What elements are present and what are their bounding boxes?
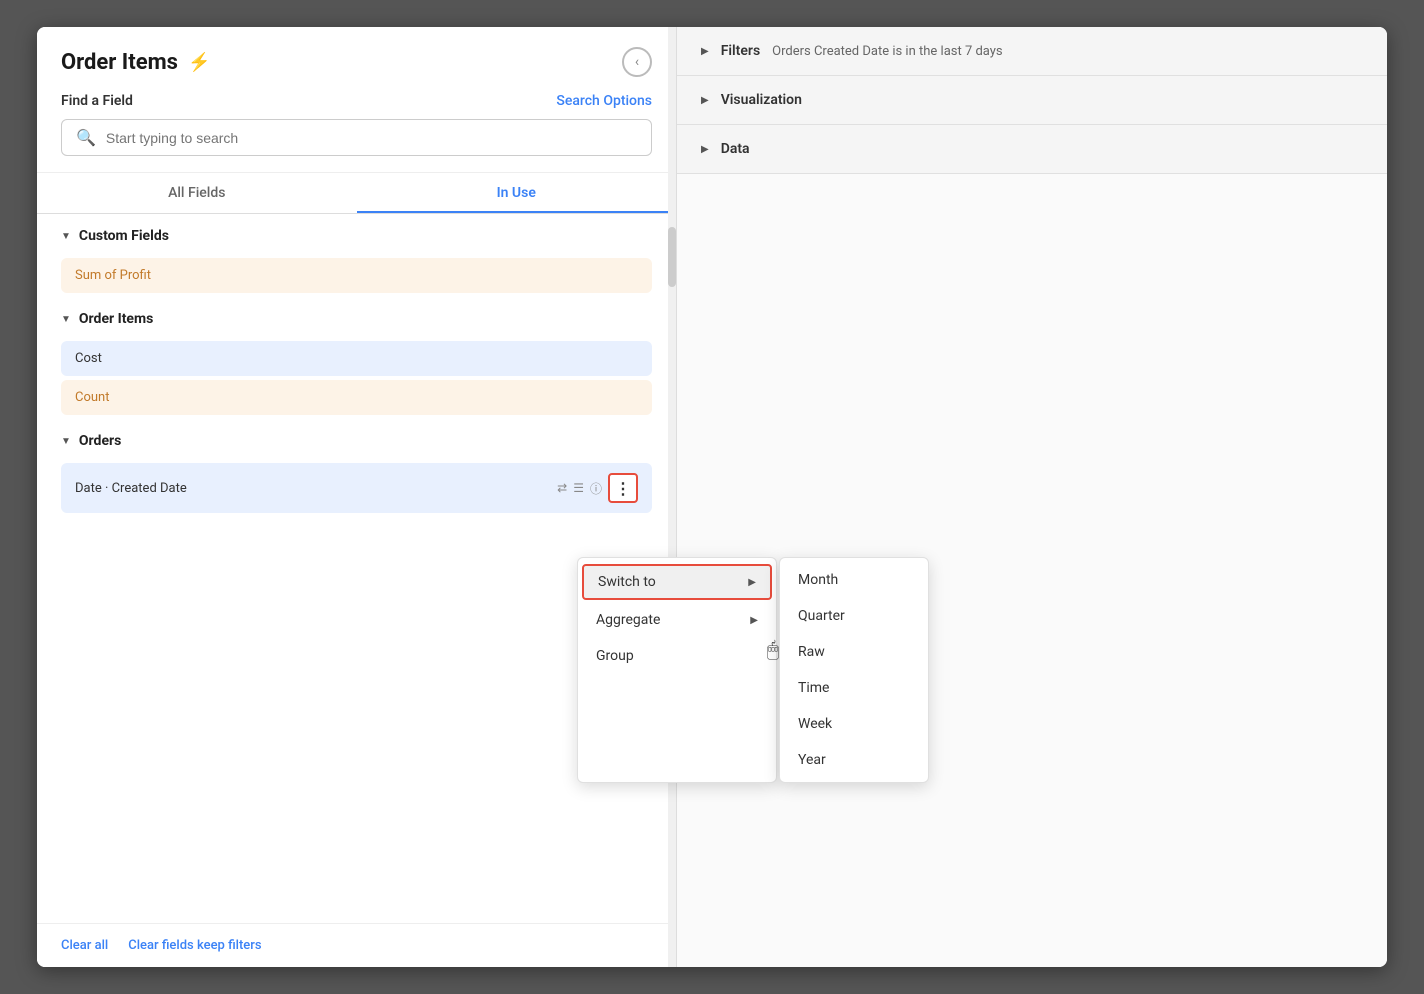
title-row: Order Items ⚡ ‹ (61, 47, 652, 77)
filters-detail: Orders Created Date is in the last 7 day… (772, 44, 1003, 59)
order-items-arrow: ▼ (61, 314, 71, 325)
filters-label: Filters (721, 43, 760, 59)
context-menu-overlay: Switch to ▶ Aggregate ▶ Group Month Quar… (577, 557, 929, 783)
group-label: Group (596, 648, 634, 664)
primary-context-menu: Switch to ▶ Aggregate ▶ Group (577, 557, 777, 783)
tab-all-fields[interactable]: All Fields (37, 173, 357, 213)
info-icon[interactable]: ⓘ (590, 480, 602, 497)
field-cost[interactable]: Cost (61, 341, 652, 376)
section-header-orders: ▼ Orders (37, 419, 676, 459)
orders-arrow: ▼ (61, 436, 71, 447)
tab-in-use[interactable]: In Use (357, 173, 677, 213)
filter-icon[interactable]: ☰ (573, 481, 584, 495)
left-panel: Order Items ⚡ ‹ Find a Field Search Opti… (37, 27, 677, 967)
filters-expand-arrow: ▶ (701, 46, 709, 57)
scrollbar[interactable] (668, 27, 676, 967)
section-header-order-items: ▼ Order Items (37, 297, 676, 337)
field-count-label: Count (75, 390, 109, 405)
clear-fields-keep-filters-button[interactable]: Clear fields keep filters (128, 938, 261, 953)
visualization-label: Visualization (721, 92, 802, 108)
visualization-expand-arrow: ▶ (701, 95, 709, 106)
left-header: Order Items ⚡ ‹ Find a Field Search Opti… (37, 27, 676, 173)
find-field-row: Find a Field Search Options (61, 93, 652, 109)
field-sum-of-profit[interactable]: Sum of Profit (61, 258, 652, 293)
tabs-row: All Fields In Use (37, 173, 676, 214)
data-section[interactable]: ▶ Data (677, 125, 1387, 174)
field-date-created-content: Date · Created Date (75, 481, 187, 496)
find-field-label: Find a Field (61, 93, 133, 109)
lightning-icon: ⚡ (188, 52, 210, 73)
submenu-month[interactable]: Month (780, 562, 928, 598)
switch-to-arrow: ▶ (748, 577, 756, 588)
filters-section[interactable]: ▶ Filters Orders Created Date is in the … (677, 27, 1387, 76)
title-inner: Order Items ⚡ (61, 50, 210, 75)
submenu-year[interactable]: Year (780, 742, 928, 778)
search-input[interactable] (106, 130, 637, 146)
scroll-thumb[interactable] (668, 227, 676, 287)
submenu-time[interactable]: Time (780, 670, 928, 706)
search-options-link[interactable]: Search Options (556, 93, 652, 109)
field-icons-row: ⇄ ☰ ⓘ ⋮ (557, 473, 638, 503)
aggregate-arrow: ▶ (750, 615, 758, 626)
custom-fields-label: Custom Fields (79, 228, 169, 244)
submenu-quarter[interactable]: Quarter (780, 598, 928, 634)
clear-all-button[interactable]: Clear all (61, 938, 108, 953)
right-panel: ▶ Filters Orders Created Date is in the … (677, 27, 1387, 967)
field-cost-label: Cost (75, 351, 102, 366)
switch-to-menu-item[interactable]: Switch to ▶ (582, 564, 772, 600)
section-header-custom-fields: ▼ Custom Fields (37, 214, 676, 254)
search-box: 🔍 (61, 119, 652, 156)
panel-title: Order Items (61, 50, 178, 75)
search-icon: 🔍 (76, 128, 96, 147)
submenu-raw[interactable]: Raw (780, 634, 928, 670)
swap-icon[interactable]: ⇄ (557, 481, 567, 495)
back-button[interactable]: ‹ (622, 47, 652, 77)
group-menu-item[interactable]: Group (578, 638, 776, 674)
submenu: Month Quarter Raw Time Week Year (779, 557, 929, 783)
three-dots-button[interactable]: ⋮ (608, 473, 638, 503)
order-items-label: Order Items (79, 311, 153, 327)
main-layout: Order Items ⚡ ‹ Find a Field Search Opti… (37, 27, 1387, 967)
field-date-created[interactable]: Date · Created Date ⇄ ☰ ⓘ ⋮ (61, 463, 652, 513)
switch-to-label: Switch to (598, 574, 656, 590)
aggregate-menu-item[interactable]: Aggregate ▶ (578, 602, 776, 638)
main-window: Order Items ⚡ ‹ Find a Field Search Opti… (37, 27, 1387, 967)
data-label: Data (721, 141, 750, 157)
field-count[interactable]: Count (61, 380, 652, 415)
visualization-section[interactable]: ▶ Visualization (677, 76, 1387, 125)
field-date-created-label: Date · Created Date (75, 481, 187, 496)
custom-fields-arrow: ▼ (61, 231, 71, 242)
submenu-week[interactable]: Week (780, 706, 928, 742)
aggregate-label: Aggregate (596, 612, 660, 628)
data-expand-arrow: ▶ (701, 144, 709, 155)
bottom-bar: Clear all Clear fields keep filters (37, 923, 676, 967)
orders-label: Orders (79, 433, 121, 449)
field-sum-of-profit-label: Sum of Profit (75, 268, 151, 283)
